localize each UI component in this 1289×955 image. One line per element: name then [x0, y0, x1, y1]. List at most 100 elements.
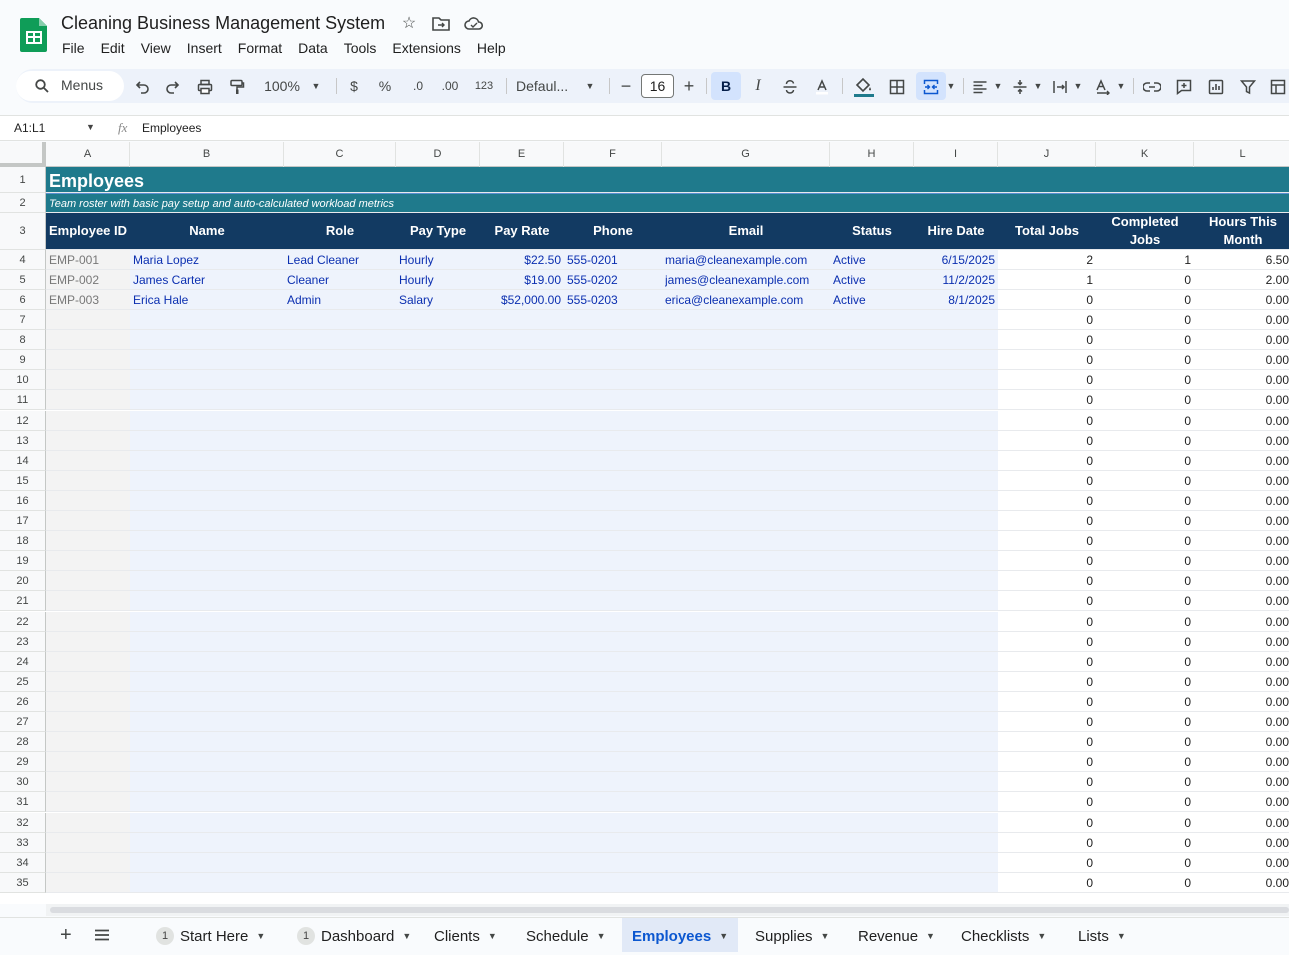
cell[interactable]: 6.50 [1197, 250, 1289, 269]
undo-icon[interactable] [132, 69, 152, 103]
row-header[interactable]: 9 [0, 350, 46, 371]
cell[interactable]: 0 [1001, 531, 1093, 550]
column-title[interactable]: Email [662, 213, 830, 249]
cell[interactable]: Maria Lopez [133, 250, 281, 269]
font-chevron-down-icon[interactable]: ▼ [584, 69, 596, 103]
cell[interactable]: 0 [1001, 491, 1093, 510]
menu-file[interactable]: File [54, 38, 93, 58]
increase-font-size-button[interactable]: + [681, 69, 697, 103]
column-title[interactable]: Employee ID [46, 213, 130, 249]
filter-views-icon[interactable] [1268, 69, 1288, 103]
row-header[interactable]: 20 [0, 571, 46, 592]
cell[interactable]: 0 [1099, 270, 1191, 289]
cell[interactable]: 0 [1001, 873, 1093, 892]
cell[interactable]: 0.00 [1197, 350, 1289, 369]
cell[interactable]: 0 [1001, 732, 1093, 751]
merge-chevron-down-icon[interactable]: ▼ [945, 69, 957, 103]
currency-format-button[interactable]: $ [346, 69, 362, 103]
sheet-tab-employees[interactable]: Employees ▼ [622, 918, 739, 952]
cell[interactable]: 0 [1099, 732, 1191, 751]
column-header-h[interactable]: H [830, 142, 914, 167]
column-title[interactable]: Role [284, 213, 396, 249]
valign-chevron-down-icon[interactable]: ▼ [1032, 69, 1044, 103]
cell[interactable]: 0.00 [1197, 330, 1289, 349]
menu-format[interactable]: Format [230, 38, 290, 58]
row-header[interactable]: 4 [0, 250, 46, 270]
row-header[interactable]: 27 [0, 712, 46, 733]
cell[interactable]: 0.00 [1197, 591, 1289, 610]
chevron-down-icon[interactable]: ▼ [488, 931, 497, 941]
cell[interactable]: 0 [1099, 451, 1191, 470]
row-header[interactable]: 2 [0, 193, 46, 213]
row-header[interactable]: 21 [0, 591, 46, 612]
row-header[interactable]: 11 [0, 390, 46, 411]
row-header[interactable]: 16 [0, 490, 46, 511]
column-header-k[interactable]: K [1096, 142, 1194, 167]
cell[interactable]: 0.00 [1197, 390, 1289, 409]
column-title[interactable]: Completed Jobs [1096, 213, 1194, 249]
cell[interactable]: 0.00 [1197, 672, 1289, 691]
redo-icon[interactable] [163, 69, 183, 103]
cell[interactable]: 0.00 [1197, 531, 1289, 550]
cell[interactable]: 0 [1001, 612, 1093, 631]
formula-input[interactable]: Employees [142, 121, 201, 135]
cell[interactable]: 11/2/2025 [917, 270, 996, 289]
sheet-tab-supplies[interactable]: Supplies ▼ [745, 918, 839, 952]
cell[interactable]: Salary [399, 290, 477, 309]
cell[interactable]: $52,000.00 [483, 290, 561, 309]
row-header[interactable]: 17 [0, 511, 46, 532]
decrease-font-size-button[interactable]: − [618, 69, 634, 103]
horizontal-scrollbar[interactable] [46, 904, 1289, 916]
column-header-j[interactable]: J [998, 142, 1096, 167]
strikethrough-icon[interactable] [780, 69, 800, 103]
cell[interactable]: 0.00 [1197, 632, 1289, 651]
column-header-i[interactable]: I [914, 142, 998, 167]
row-header[interactable]: 26 [0, 691, 46, 712]
cell[interactable]: 0 [1099, 491, 1191, 510]
cell[interactable]: erica@cleanexample.com [665, 290, 827, 309]
name-box[interactable]: A1:L1 [14, 121, 45, 135]
column-title[interactable]: Phone [564, 213, 662, 249]
cell[interactable]: 0.00 [1197, 752, 1289, 771]
cell[interactable]: 0 [1099, 370, 1191, 389]
column-header-f[interactable]: F [564, 142, 662, 167]
cell[interactable]: 0 [1001, 431, 1093, 450]
row-header[interactable]: 33 [0, 832, 46, 853]
number-format-button[interactable]: 123 [472, 69, 496, 103]
cell[interactable]: 1 [1001, 270, 1093, 289]
scrollbar-thumb[interactable] [50, 907, 1289, 913]
vertical-align-icon[interactable] [1011, 69, 1029, 103]
sheet-tab-revenue[interactable]: Revenue ▼ [848, 918, 945, 952]
row-header[interactable]: 28 [0, 732, 46, 753]
bold-button[interactable]: B [716, 69, 736, 103]
percent-format-button[interactable]: % [377, 69, 393, 103]
cell[interactable]: 0 [1099, 330, 1191, 349]
select-all-corner[interactable] [0, 142, 46, 167]
cell[interactable]: 0.00 [1197, 652, 1289, 671]
cell[interactable]: 0 [1099, 290, 1191, 309]
cell[interactable]: 0.00 [1197, 732, 1289, 751]
cell[interactable]: $19.00 [483, 270, 561, 289]
cell[interactable]: 0 [1099, 632, 1191, 651]
chevron-down-icon[interactable]: ▼ [926, 931, 935, 941]
cell[interactable]: 6/15/2025 [917, 250, 995, 269]
cell[interactable]: 0 [1001, 672, 1093, 691]
row-header[interactable]: 13 [0, 430, 46, 451]
cell[interactable]: 0.00 [1197, 290, 1289, 309]
column-title[interactable]: Name [130, 213, 284, 249]
filter-icon[interactable] [1238, 69, 1258, 103]
cell[interactable]: 0 [1099, 692, 1191, 711]
cell[interactable]: 0 [1099, 310, 1191, 329]
row-header[interactable]: 14 [0, 450, 46, 471]
cell[interactable]: 0 [1099, 350, 1191, 369]
row-header[interactable]: 10 [0, 370, 46, 391]
document-title[interactable]: Cleaning Business Management System [61, 13, 385, 34]
cell[interactable]: EMP-003 [49, 290, 127, 309]
cell[interactable]: 0 [1001, 511, 1093, 530]
cell[interactable]: 0 [1099, 511, 1191, 530]
chevron-down-icon[interactable]: ▼ [597, 931, 606, 941]
cell[interactable]: 0.00 [1197, 692, 1289, 711]
row-header[interactable]: 8 [0, 330, 46, 351]
cell[interactable]: 555-0202 [567, 270, 659, 289]
cell[interactable]: 0 [1001, 310, 1093, 329]
